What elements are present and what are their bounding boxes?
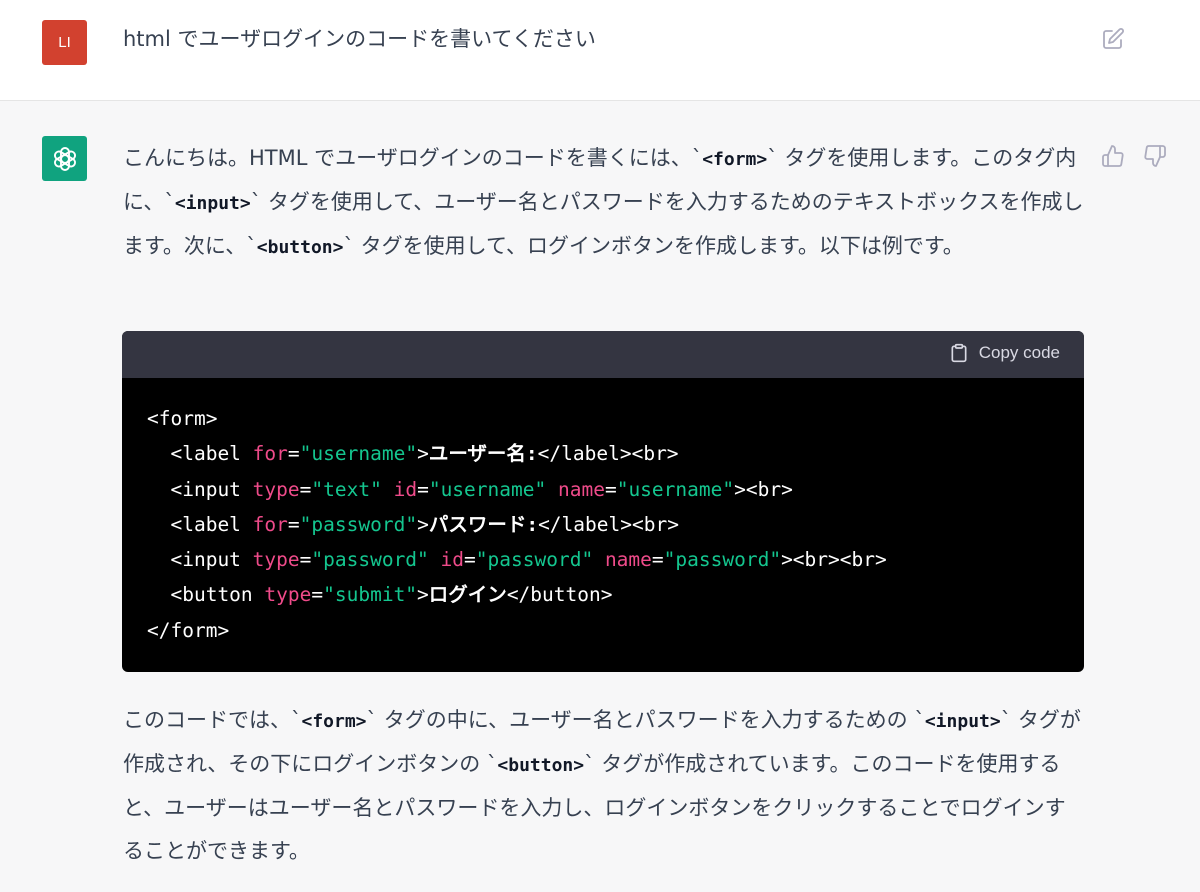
inline-code-button: <button>: [256, 237, 344, 258]
code-string: "username": [616, 477, 735, 501]
edit-button[interactable]: [1100, 26, 1126, 52]
assistant-outro-text: このコードでは、`<form>` タグの中に、ユーザー名とパスワードを入力するた…: [123, 699, 1085, 873]
code-tag: [429, 548, 441, 571]
code-line: <label for="username">ユーザー名:</label><br>: [147, 436, 1059, 471]
code-tag: <input: [147, 548, 253, 572]
code-line: <button type="submit">ログイン</button>: [147, 577, 1059, 612]
code-tag: >: [417, 442, 429, 466]
code-text: ログイン: [428, 583, 507, 607]
code-tag: <label: [147, 512, 253, 536]
code-tag: [546, 478, 558, 501]
code-tag: </button>: [506, 583, 613, 607]
code-tag: =: [417, 477, 429, 501]
inline-code-input: <input>: [174, 193, 251, 214]
code-tag: <form>: [147, 407, 218, 430]
inline-code-form: <form>: [301, 711, 367, 732]
code-attr: id: [393, 477, 418, 501]
code-tag: [382, 478, 394, 501]
outro-text-1: このコードでは、`: [123, 708, 302, 732]
intro-text-1: こんにちは。HTML でユーザログインのコードを書くには、`: [123, 146, 703, 170]
user-avatar: LI: [42, 20, 87, 65]
code-line: <input type="password" id="password" nam…: [147, 542, 1059, 577]
assistant-intro-text: こんにちは。HTML でユーザログインのコードを書くには、`<form> ` タグ…: [123, 137, 1085, 269]
edit-icon: [1103, 28, 1124, 49]
code-attr: type: [252, 477, 300, 501]
code-line: <label for="password">パスワード:</label><br>: [147, 507, 1059, 542]
thumbs-up-icon: [1102, 145, 1124, 167]
code-tag: ><br>: [734, 477, 793, 501]
code-tag: <label: [147, 442, 253, 466]
code-tag: =: [287, 512, 300, 536]
code-tag: =: [651, 548, 664, 572]
code-tag: </label><br>: [537, 442, 679, 466]
copy-code-label: Copy code: [978, 343, 1060, 362]
code-tag: <input: [147, 477, 253, 501]
assistant-avatar: [42, 136, 87, 181]
code-string: "password": [311, 548, 429, 572]
code-tag: =: [604, 477, 617, 501]
intro-text-4: ` タグを使用して、ログインボタンを作成します。以下は例です。: [343, 234, 964, 258]
code-tag: =: [299, 477, 312, 501]
code-string: "password": [663, 548, 782, 572]
code-tag: </form>: [147, 618, 230, 642]
thumbs-down-button[interactable]: [1142, 143, 1168, 169]
copy-code-button[interactable]: Copy code: [949, 343, 1060, 363]
code-attr: for: [252, 512, 288, 536]
user-message-text: html でユーザログインのコードを書いてください: [123, 27, 596, 51]
code-text: ユーザー名:: [428, 442, 538, 466]
code-attr: name: [557, 477, 605, 501]
code-body: <form> <label for="username">ユーザー名:</lab…: [122, 378, 1084, 671]
inline-code-form: <form>: [702, 149, 768, 170]
outro-text-2: ` タグの中に、ユーザー名とパスワードを入力するための `: [366, 708, 925, 732]
code-string: "text": [311, 477, 382, 501]
code-tag: </label><br>: [538, 512, 679, 536]
code-attr: name: [604, 548, 652, 572]
code-tag: =: [464, 548, 476, 572]
code-attr: type: [252, 548, 300, 572]
code-string: "username": [428, 477, 547, 501]
code-line: <input type="text" id="username" name="u…: [147, 472, 1059, 507]
clipboard-icon: [951, 343, 967, 363]
code-line: </form>: [147, 613, 1059, 648]
code-attr: type: [264, 583, 312, 607]
openai-logo-icon: [53, 146, 76, 171]
assistant-message-row: こんにちは。HTML でユーザログインのコードを書くには、`<form>` タグ…: [0, 101, 1200, 892]
code-block-header: Copy code: [122, 331, 1084, 378]
code-tag: ><br><br>: [781, 548, 887, 572]
code-attr: id: [440, 548, 465, 572]
inline-code-input: <input>: [924, 711, 1001, 732]
code-block: Copy code <form> <label for="username">ユ…: [122, 331, 1084, 672]
code-tag: >: [417, 512, 429, 536]
code-string: "password": [299, 512, 418, 536]
code-line: <form>: [147, 401, 1059, 436]
thumbs-up-button[interactable]: [1100, 143, 1126, 169]
code-tag: [593, 548, 605, 571]
code-tag: <button: [147, 583, 265, 607]
code-attr: for: [252, 442, 288, 466]
code-tag: >: [417, 583, 429, 607]
user-message-row: LI html でユーザログインのコードを書いてください: [0, 0, 1200, 101]
code-string: "password": [475, 548, 594, 572]
code-tag: =: [287, 442, 300, 466]
code-string: "submit": [323, 583, 418, 607]
thumbs-down-icon: [1144, 145, 1166, 167]
inline-code-button: <button>: [497, 755, 585, 776]
code-tag: =: [311, 583, 324, 607]
code-text: パスワード:: [428, 512, 539, 536]
code-tag: =: [299, 548, 312, 572]
code-string: "username": [299, 442, 418, 466]
